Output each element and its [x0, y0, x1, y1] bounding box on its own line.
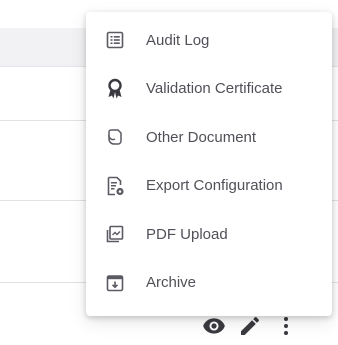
menu-item-export-configuration[interactable]: Export Configuration [86, 162, 332, 211]
menu-item-label: Export Configuration [146, 177, 283, 195]
menu-item-label: Validation Certificate [146, 80, 283, 98]
menu-item-archive[interactable]: Archive [86, 259, 332, 308]
menu-item-validation-certificate[interactable]: Validation Certificate [86, 65, 332, 114]
menu-item-pdf-upload[interactable]: PDF Upload [86, 210, 332, 259]
menu-item-other-document[interactable]: Other Document [86, 113, 332, 162]
export-config-icon [104, 175, 126, 197]
pdf-upload-icon [104, 223, 126, 245]
list-icon [104, 29, 126, 51]
page: Audit Log Validation Certificate Other D… [0, 0, 338, 345]
menu-item-label: Audit Log [146, 31, 210, 49]
menu-item-label: Other Document [146, 128, 257, 146]
menu-item-label: Archive [146, 274, 197, 292]
actions-dropdown-menu: Audit Log Validation Certificate Other D… [86, 12, 332, 316]
archive-icon [104, 272, 126, 294]
certificate-icon [104, 78, 126, 100]
document-icon [104, 126, 126, 148]
menu-item-label: PDF Upload [146, 225, 228, 243]
menu-item-audit-log[interactable]: Audit Log [86, 16, 332, 65]
